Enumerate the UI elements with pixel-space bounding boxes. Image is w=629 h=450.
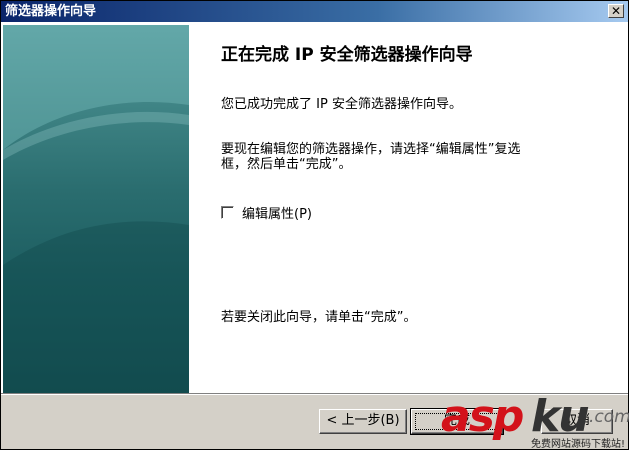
page-title: 正在完成 IP 安全筛选器操作向导 xyxy=(221,45,473,65)
watermark-brand-ku: ku xyxy=(531,391,590,442)
back-button[interactable]: < 上一步(B) xyxy=(319,409,407,434)
watermark-tagline: 免费网站源码下载站! xyxy=(531,439,626,450)
banner-wave-graphic xyxy=(3,25,189,393)
wizard-side-banner xyxy=(3,25,189,393)
watermark-domain-suffix: .com xyxy=(589,407,629,427)
watermark-brand-asp: asp xyxy=(441,391,524,442)
instruction-line-1: 要现在编辑您的筛选器操作，请选择“编辑属性”复选 xyxy=(221,142,521,157)
wizard-content: 正在完成 IP 安全筛选器操作向导 您已成功完成了 IP 安全筛选器操作向导。 … xyxy=(1,22,628,393)
wizard-window: 筛选器操作向导 ✕ 正在完成 IP 安全筛选器操作向导 您已成功完成了 IP 安… xyxy=(0,0,629,450)
title-bar[interactable]: 筛选器操作向导 ✕ xyxy=(1,1,628,22)
success-text: 您已成功完成了 IP 安全筛选器操作向导。 xyxy=(221,97,462,112)
close-icon: ✕ xyxy=(610,4,622,18)
site-watermark: asp ku .com 免费网站源码下载站! xyxy=(431,391,629,450)
window-title: 筛选器操作向导 xyxy=(5,4,97,19)
close-button[interactable]: ✕ xyxy=(608,4,624,18)
edit-properties-label[interactable]: 编辑属性(P) xyxy=(242,203,312,222)
edit-properties-checkbox[interactable] xyxy=(221,205,234,219)
close-hint-text: 若要关闭此向导，请单击“完成”。 xyxy=(221,310,417,325)
edit-properties-option[interactable]: 编辑属性(P) xyxy=(221,203,312,222)
instruction-line-2: 框，然后单击“完成”。 xyxy=(221,157,352,172)
